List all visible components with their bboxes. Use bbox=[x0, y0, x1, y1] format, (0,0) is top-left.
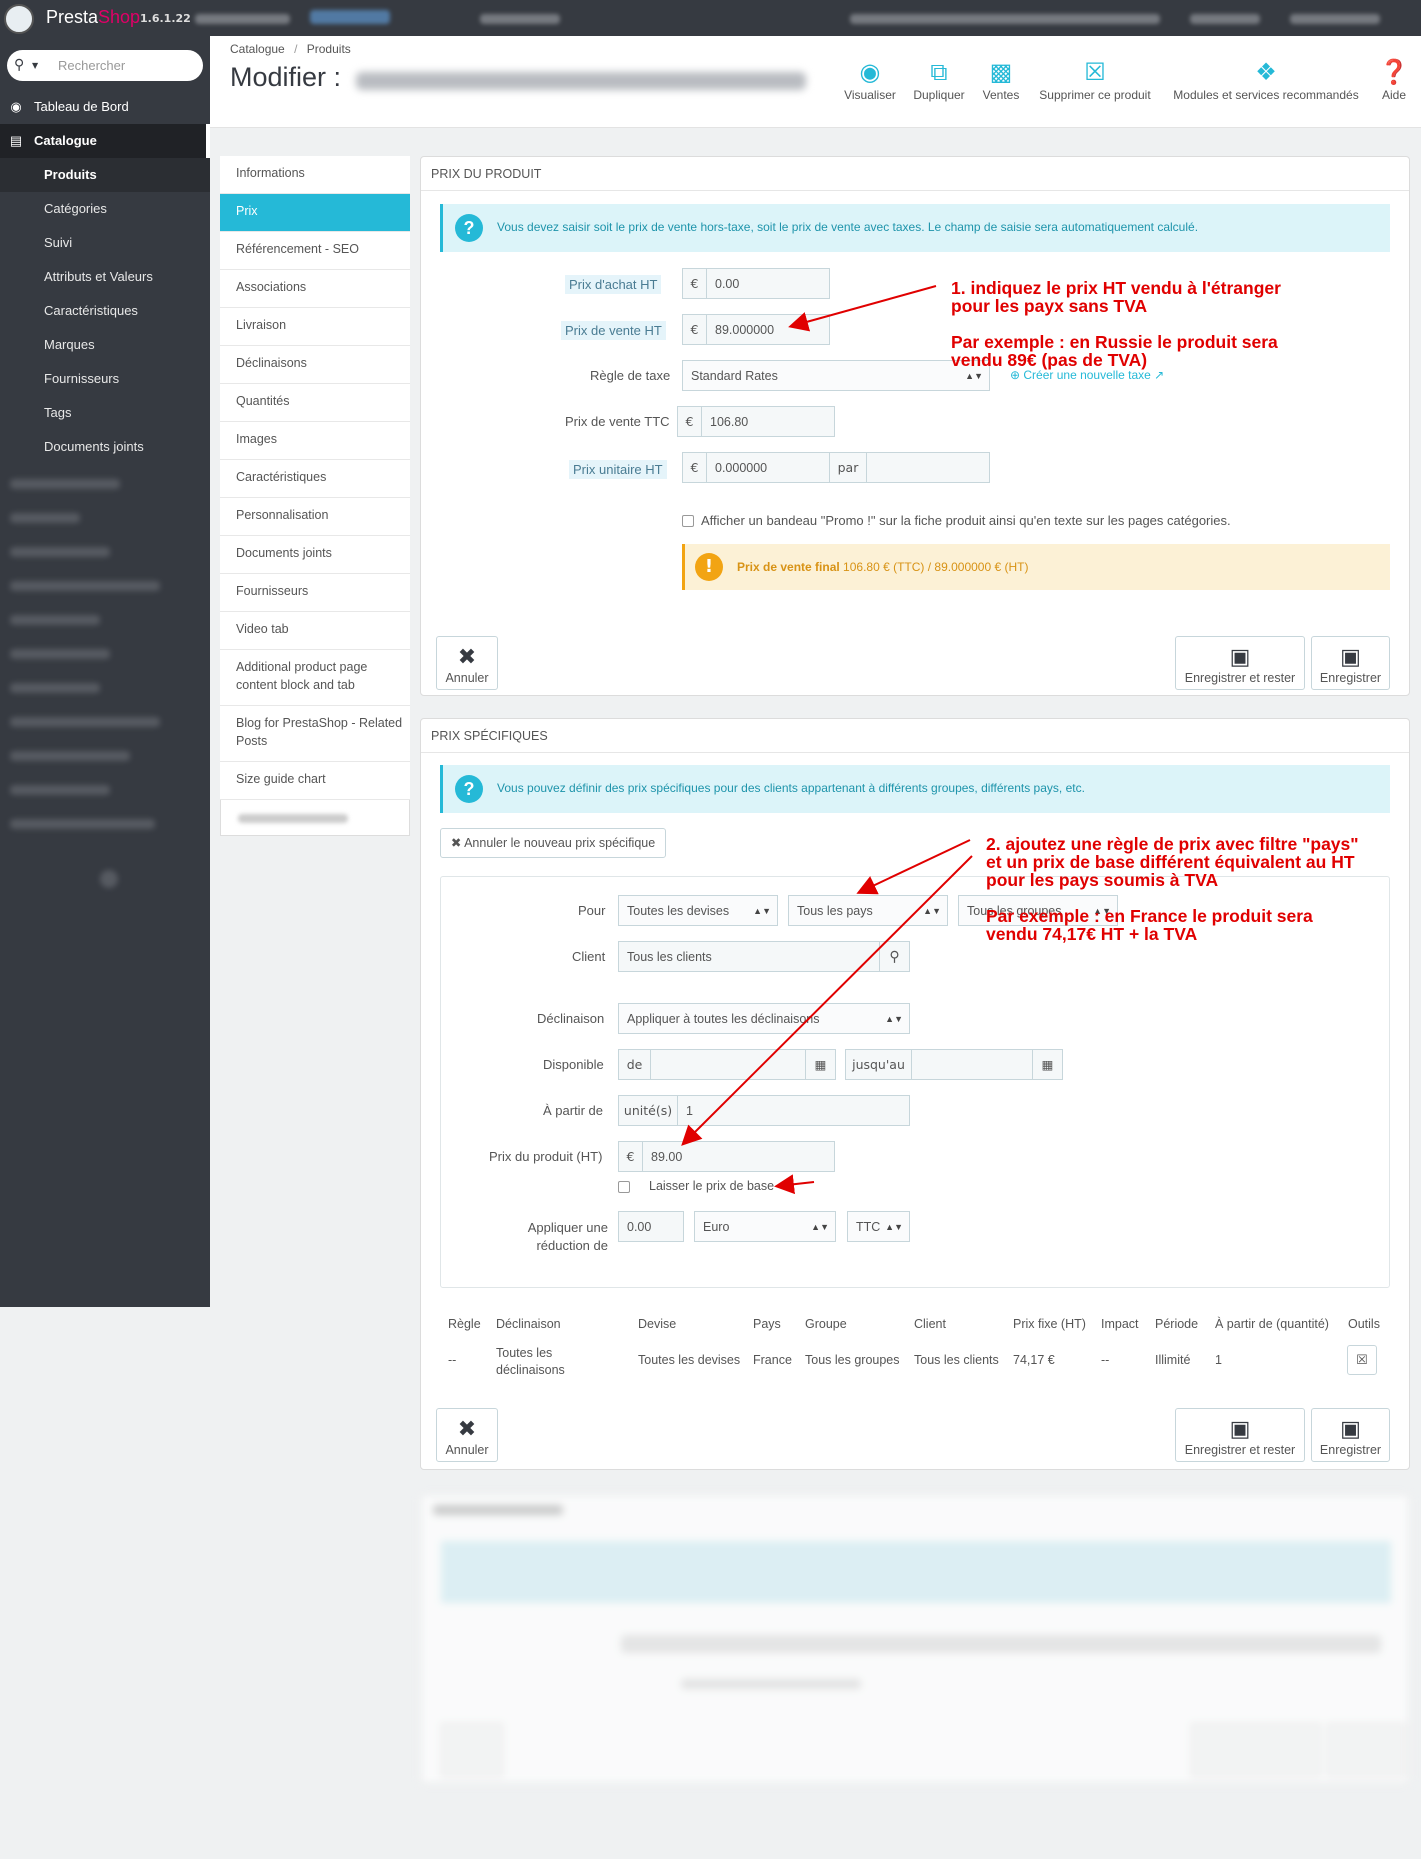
arrow-3 bbox=[681, 855, 973, 1146]
arrow-4 bbox=[774, 1174, 815, 1195]
arrow-1 bbox=[788, 285, 937, 332]
annotation-arrows bbox=[681, 285, 973, 1195]
arrow-2 bbox=[856, 839, 971, 895]
